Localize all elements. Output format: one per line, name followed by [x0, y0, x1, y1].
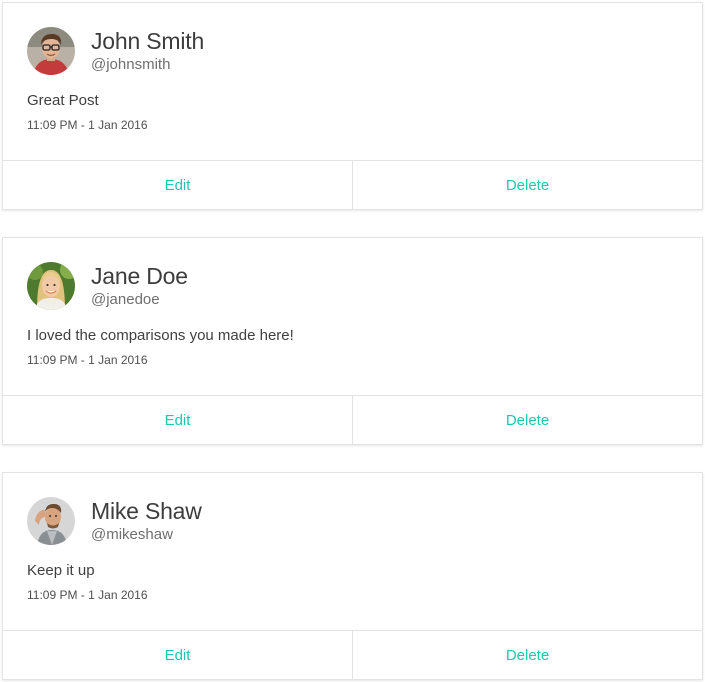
edit-button[interactable]: Edit — [3, 396, 352, 444]
comment-body: John Smith @johnsmith Great Post 11:09 P… — [3, 3, 702, 160]
author-name: John Smith — [91, 28, 205, 54]
comment-actions: Edit Delete — [3, 630, 702, 679]
author-name: Mike Shaw — [91, 498, 202, 524]
comment-body: Jane Doe @janedoe I loved the comparison… — [3, 238, 702, 395]
comment-actions: Edit Delete — [3, 160, 702, 209]
author-handle: @mikeshaw — [91, 526, 173, 543]
author-handle: @janedoe — [91, 291, 160, 308]
author-name: Jane Doe — [91, 263, 188, 289]
avatar[interactable] — [27, 497, 75, 545]
comment-text: Keep it up — [27, 562, 95, 579]
comment-timestamp: 11:09 PM - 1 Jan 2016 — [27, 118, 148, 132]
comment-feed: John Smith @johnsmith Great Post 11:09 P… — [0, 0, 705, 682]
comment-body: Mike Shaw @mikeshaw Keep it up 11:09 PM … — [3, 473, 702, 630]
delete-button[interactable]: Delete — [352, 161, 702, 209]
delete-button[interactable]: Delete — [352, 396, 702, 444]
comment-text: Great Post — [27, 92, 99, 109]
avatar[interactable] — [27, 27, 75, 75]
comment-card: Mike Shaw @mikeshaw Keep it up 11:09 PM … — [2, 472, 703, 680]
edit-button[interactable]: Edit — [3, 161, 352, 209]
user-avatar-icon — [27, 27, 75, 75]
comment-card: John Smith @johnsmith Great Post 11:09 P… — [2, 2, 703, 210]
comment-actions: Edit Delete — [3, 395, 702, 444]
comment-timestamp: 11:09 PM - 1 Jan 2016 — [27, 353, 148, 367]
user-avatar-icon — [27, 497, 75, 545]
delete-button[interactable]: Delete — [352, 631, 702, 679]
comment-text: I loved the comparisons you made here! — [27, 327, 294, 344]
avatar[interactable] — [27, 262, 75, 310]
comment-timestamp: 11:09 PM - 1 Jan 2016 — [27, 588, 148, 602]
user-avatar-icon — [27, 262, 75, 310]
author-handle: @johnsmith — [91, 56, 171, 73]
edit-button[interactable]: Edit — [3, 631, 352, 679]
comment-card: Jane Doe @janedoe I loved the comparison… — [2, 237, 703, 445]
